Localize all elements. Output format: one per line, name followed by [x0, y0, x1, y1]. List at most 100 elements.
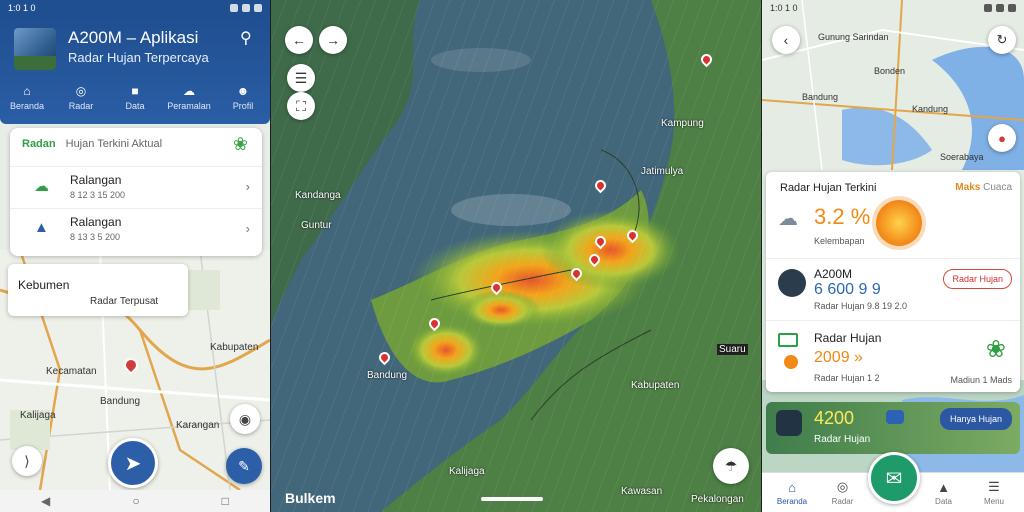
- refresh-button[interactable]: ↻: [988, 26, 1016, 54]
- map-label: Kandanga: [295, 190, 341, 201]
- cloud-icon: ☁: [778, 208, 798, 230]
- tab-data[interactable]: ■ Data: [110, 84, 160, 111]
- nav-menu[interactable]: ☰ Menu: [974, 473, 1014, 512]
- back-button[interactable]: ←: [285, 26, 313, 54]
- recents-icon[interactable]: □: [222, 494, 229, 508]
- system-nav-bar: ◀ ○ □: [0, 490, 270, 512]
- map-label: Bandung: [367, 370, 408, 381]
- brand-watermark: Bulkem: [285, 490, 336, 506]
- top-tab-bar: ⌂ Beranda ◎ Radar ■ Data ☁ Peramalan ☻ Profil: [0, 84, 270, 111]
- chevron-left-icon: ‹: [783, 32, 789, 48]
- send-icon: ➤: [124, 452, 142, 475]
- data-icon: ■: [131, 84, 139, 98]
- locate-icon[interactable]: ◉: [230, 404, 260, 434]
- location-card[interactable]: Kebumen Radar Terpusat: [8, 264, 188, 316]
- profile-icon: ☻: [236, 84, 250, 98]
- map-label: Bandung: [802, 92, 839, 102]
- layers-button[interactable]: ☰: [287, 64, 315, 92]
- map-label: Karangan: [176, 420, 220, 431]
- list-item[interactable]: A200M 6 600 9 9 Radar Hujan 9.8 19 2.0 R…: [766, 258, 1020, 316]
- map-label: Kabupaten: [210, 342, 259, 353]
- tab-radar[interactable]: ◎ Radar: [56, 84, 106, 111]
- app-title: A200M – Aplikasi: [68, 28, 199, 47]
- chevron-right-icon: ›: [245, 179, 250, 194]
- edit-button[interactable]: ✎: [226, 448, 262, 484]
- back-icon[interactable]: ◀: [41, 494, 50, 508]
- row-sub: Radar Hujan 1 2: [814, 373, 880, 383]
- wifi-icon: [984, 4, 992, 12]
- bell-icon: ●: [998, 130, 1006, 146]
- data-icon: ▲: [937, 479, 950, 495]
- nav-data[interactable]: ▲ Data: [924, 473, 964, 512]
- row-value: 6 600 9 9: [814, 281, 881, 298]
- map-label: Jatimulya: [641, 166, 684, 177]
- nav-radar[interactable]: ◎ Radar: [823, 473, 863, 512]
- map-label: Gunung Sarindan: [818, 32, 889, 42]
- list-item[interactable]: Radar Hujan 2009 » Radar Hujan 1 2 ❀ Mad…: [766, 320, 1020, 390]
- fullscreen-button[interactable]: ⛶: [287, 92, 315, 120]
- app-header: A200M – Aplikasi Radar Hujan Terpercaya …: [0, 16, 270, 124]
- car-icon: ▲: [34, 219, 49, 236]
- list-heading-sub: Hujan Terkini Aktual: [65, 138, 163, 150]
- radar-pill-button[interactable]: Radar Hujan: [943, 269, 1012, 289]
- home-circle-icon[interactable]: ○: [132, 494, 139, 508]
- tab-label: Profil: [232, 101, 254, 111]
- map-label: Kandung: [912, 104, 949, 114]
- home-screen: 1:0 1 0 A200M – Aplikasi Radar Hujan Ter…: [0, 0, 270, 512]
- signal-icon: [996, 4, 1004, 12]
- fullscreen-icon: ⛶: [296, 97, 306, 114]
- rain-strip-card[interactable]: 4200 Radar Hujan Hanya Hujan: [766, 402, 1020, 454]
- tab-label: Peramalan: [167, 101, 211, 111]
- tag-max: Maks: [955, 182, 981, 193]
- status-time: 1:0 1 0: [8, 3, 36, 13]
- back-button[interactable]: ‹: [772, 26, 800, 54]
- arrow-left-icon: ←: [292, 32, 306, 48]
- radar-icon: ◎: [75, 84, 87, 98]
- tab-profile[interactable]: ☻ Profil: [218, 84, 268, 111]
- row-location: Madiun 1 Mads: [950, 375, 1012, 385]
- list-heading-label: Radan: [22, 138, 56, 150]
- map-label: Kampung: [661, 118, 704, 129]
- list-item[interactable]: ▲ Ralangan 8 13 3 5 200 ›: [10, 208, 262, 248]
- location-title: Kebumen: [18, 278, 70, 292]
- station-icon: [776, 410, 802, 436]
- search-icon[interactable]: ⚲: [240, 28, 252, 48]
- navigate-fab[interactable]: ➤: [108, 438, 158, 488]
- rain-layer-button[interactable]: ☂: [713, 448, 749, 484]
- compose-fab[interactable]: ✉: [868, 452, 920, 504]
- forward-button[interactable]: →: [319, 26, 347, 54]
- wifi-icon: [230, 4, 238, 12]
- status-time: 1:0 1 0: [770, 3, 798, 13]
- radar-map-screen: ← → ☰ ⛶ ☂ Kampung Kandanga Guntur Jatimu…: [271, 0, 761, 512]
- layers-icon: ☰: [294, 69, 308, 86]
- weather-detail-screen: 1:0 1 0 Gunung Sarindan Bonden Bandung K…: [762, 0, 1024, 512]
- alert-button[interactable]: ●: [988, 124, 1016, 152]
- radar-list-card: Radan Hujan Terkini Aktual ❀ ☁ Ralangan 8…: [10, 128, 262, 256]
- list-item[interactable]: ☁ Ralangan 8 12 3 15 200 ›: [10, 166, 262, 206]
- tree-icon: ❀: [985, 336, 1006, 363]
- map-label: Kalijaga: [20, 410, 56, 421]
- map-label: Bandung: [100, 396, 141, 407]
- chevron-left-icon[interactable]: ⟩: [12, 446, 42, 476]
- status-icons: [230, 4, 262, 12]
- status-bar: 1:0 1 0: [762, 0, 1024, 16]
- map-label: Kalijaga: [449, 466, 485, 477]
- home-icon: ⌂: [23, 84, 31, 98]
- signal-icon: [242, 4, 250, 12]
- home-indicator[interactable]: [481, 497, 543, 501]
- tab-label: Radar: [68, 101, 94, 111]
- battery-icon: [254, 4, 262, 12]
- radar-map[interactable]: [271, 0, 761, 512]
- list-item-sub: 8 13 3 5 200: [70, 232, 121, 242]
- card-tags: Maks Cuaca: [955, 182, 1012, 193]
- rain-only-button[interactable]: Hanya Hujan: [939, 408, 1012, 430]
- nav-home[interactable]: ⌂ Beranda: [772, 473, 812, 512]
- tab-home[interactable]: ⌂ Beranda: [2, 84, 52, 111]
- map-label: Suaru: [717, 344, 748, 355]
- tab-forecast[interactable]: ☁ Peramalan: [164, 84, 214, 111]
- card-heading: Radar Hujan Terkini: [780, 182, 877, 194]
- status-bar: 1:0 1 0: [0, 0, 270, 16]
- cloud-icon: ☁: [34, 178, 49, 195]
- nav-label: Data: [935, 496, 952, 506]
- drop-icon: [784, 355, 798, 369]
